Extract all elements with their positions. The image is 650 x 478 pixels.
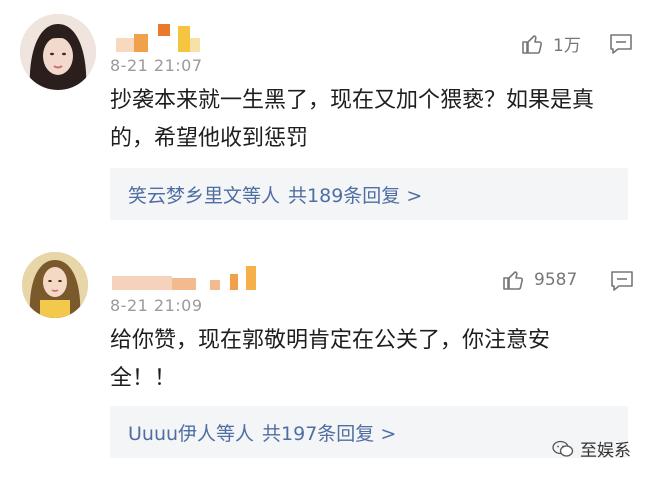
comment-text-line: 抄袭本来就一生黑了，现在又加个猥亵？如果是真 xyxy=(110,88,595,113)
comment-timestamp: 8-21 21:09 xyxy=(110,296,203,315)
username-mosaic[interactable] xyxy=(116,22,200,52)
comment-item: 8-21 21:07 1万 抄袭本来就一生黑了，现在又加个猥亵？如果是真 的，希… xyxy=(0,0,650,238)
comment-bubble-icon[interactable] xyxy=(609,269,635,293)
avatar-image xyxy=(22,252,88,318)
replies-preview[interactable]: 笑云梦乡里文等人 共189条回复 > xyxy=(110,168,628,220)
like-button[interactable]: 1万 xyxy=(521,31,581,56)
replies-preview[interactable]: Uuuu伊人等人 共197条回复 > xyxy=(110,406,628,458)
comment-text-line: 全！！ xyxy=(110,366,177,391)
comment-timestamp: 8-21 21:07 xyxy=(110,56,203,75)
comment-text-line: 的，希望他收到惩罚 xyxy=(110,126,309,151)
avatar[interactable] xyxy=(20,14,96,90)
like-count: 9587 xyxy=(534,270,578,290)
reply-count-link[interactable]: 共197条回复 > xyxy=(262,419,396,446)
watermark-text: 至娱系 xyxy=(580,441,631,461)
comment-text-line: 给你赞，现在郭敬明肯定在公关了，你注意安 xyxy=(110,328,551,353)
thumbs-up-icon xyxy=(503,271,524,290)
comment-bubble-icon[interactable] xyxy=(608,32,634,56)
like-count: 1万 xyxy=(553,36,581,56)
avatar-image xyxy=(20,14,96,90)
reply-users[interactable]: Uuuu伊人等人 xyxy=(128,419,254,446)
like-button[interactable]: 9587 xyxy=(502,268,577,292)
reply-users[interactable]: 笑云梦乡里文等人 xyxy=(128,181,280,208)
reply-count-link[interactable]: 共189条回复 > xyxy=(288,181,422,208)
comment-text: 给你赞，现在郭敬明肯定在公关了，你注意安 全！！ xyxy=(110,322,630,398)
avatar[interactable] xyxy=(22,252,88,318)
source-watermark: 至娱系 xyxy=(552,436,631,461)
wechat-logo-icon xyxy=(552,440,574,457)
comment-text: 抄袭本来就一生黑了，现在又加个猥亵？如果是真 的，希望他收到惩罚 xyxy=(110,82,630,158)
username-mosaic[interactable] xyxy=(112,264,256,290)
thumbs-up-icon xyxy=(522,34,543,54)
